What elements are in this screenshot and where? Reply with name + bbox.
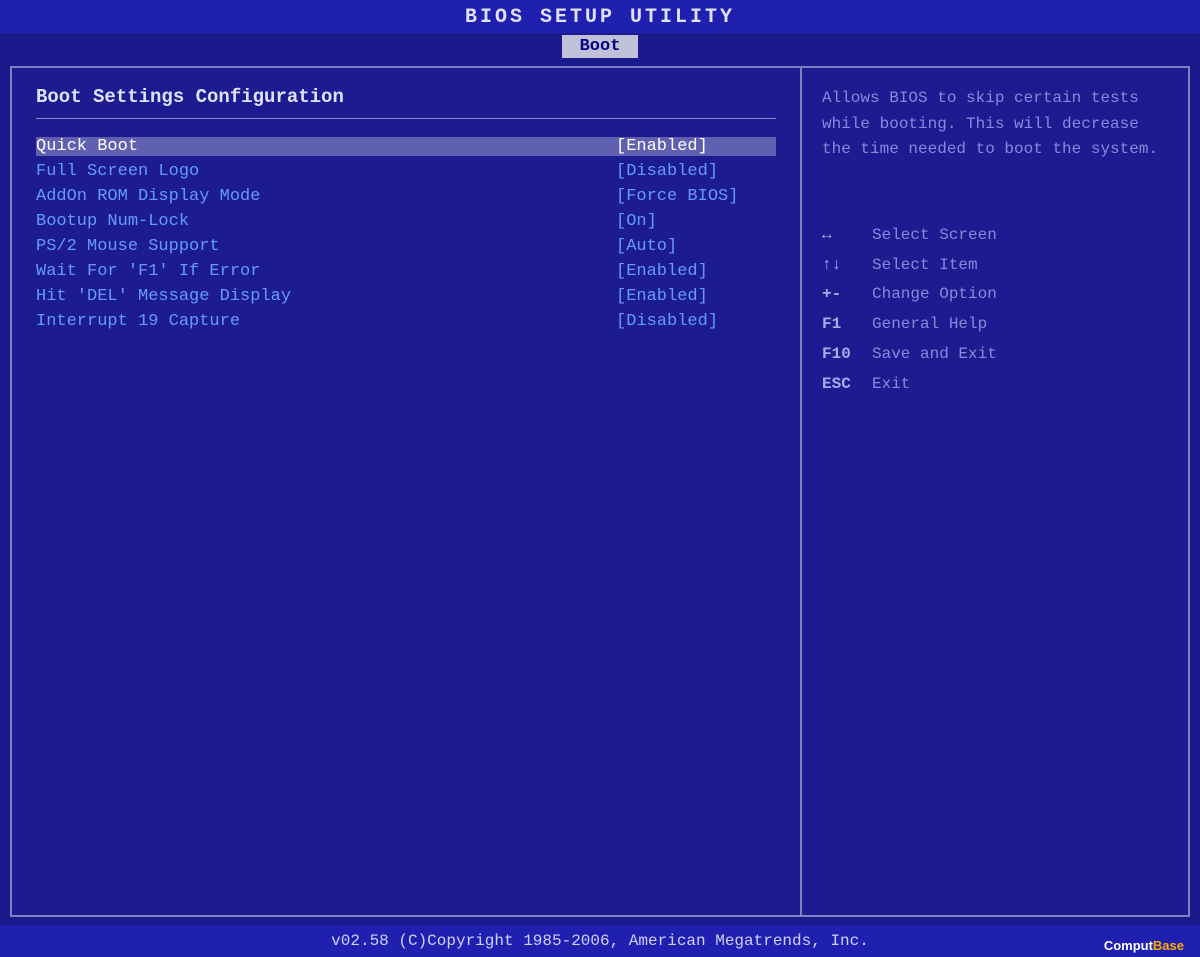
settings-row[interactable]: Bootup Num-Lock [On] bbox=[36, 212, 776, 231]
right-panel: Allows BIOS to skip certain tests while … bbox=[802, 68, 1188, 915]
setting-value: [Enabled] bbox=[616, 262, 776, 281]
key-description: General Help bbox=[872, 312, 987, 337]
setting-value: [Auto] bbox=[616, 237, 776, 256]
setting-value: [Disabled] bbox=[616, 312, 776, 331]
setting-value: [On] bbox=[616, 212, 776, 231]
setting-value: [Enabled] bbox=[616, 287, 776, 306]
footer-text: v02.58 (C)Copyright 1985-2006, American … bbox=[331, 932, 869, 950]
key-symbol: +- bbox=[822, 282, 872, 307]
setting-value: [Enabled] bbox=[616, 137, 776, 156]
key-row: F1General Help bbox=[822, 312, 1168, 337]
key-symbol: ↑↓ bbox=[822, 253, 872, 278]
settings-row[interactable]: AddOn ROM Display Mode [Force BIOS] bbox=[36, 187, 776, 206]
brand-compu: Comput bbox=[1104, 938, 1153, 953]
brand-base: Base bbox=[1153, 938, 1184, 953]
setting-name: Bootup Num-Lock bbox=[36, 212, 189, 231]
settings-row[interactable]: Interrupt 19 Capture [Disabled] bbox=[36, 312, 776, 331]
setting-name: Wait For 'F1' If Error bbox=[36, 262, 260, 281]
bios-screen: BIOS SETUP UTILITY Boot Boot Settings Co… bbox=[0, 0, 1200, 957]
key-symbol: ESC bbox=[822, 372, 872, 397]
key-row: ↑↓Select Item bbox=[822, 253, 1168, 278]
key-row: F10Save and Exit bbox=[822, 342, 1168, 367]
settings-row[interactable]: Quick Boot [Enabled] bbox=[36, 137, 776, 156]
setting-name: AddOn ROM Display Mode bbox=[36, 187, 260, 206]
footer-brand: ComputBase bbox=[1104, 938, 1184, 953]
key-symbol: F1 bbox=[822, 312, 872, 337]
tab-boot[interactable]: Boot bbox=[562, 35, 639, 58]
settings-row[interactable]: PS/2 Mouse Support [Auto] bbox=[36, 237, 776, 256]
title-text: BIOS SETUP UTILITY bbox=[465, 6, 735, 29]
key-row: ↔Select Screen bbox=[822, 223, 1168, 248]
setting-value: [Disabled] bbox=[616, 162, 776, 181]
key-description: Save and Exit bbox=[872, 342, 997, 367]
title-bar: BIOS SETUP UTILITY bbox=[0, 0, 1200, 33]
footer: v02.58 (C)Copyright 1985-2006, American … bbox=[0, 925, 1200, 957]
key-row: ESCExit bbox=[822, 372, 1168, 397]
setting-name: Quick Boot bbox=[36, 137, 138, 156]
key-description: Exit bbox=[872, 372, 910, 397]
setting-value: [Force BIOS] bbox=[616, 187, 776, 206]
main-content: Boot Settings Configuration Quick Boot [E… bbox=[10, 66, 1190, 917]
left-panel: Boot Settings Configuration Quick Boot [E… bbox=[12, 68, 802, 915]
settings-row[interactable]: Full Screen Logo [Disabled] bbox=[36, 162, 776, 181]
setting-name: Interrupt 19 Capture bbox=[36, 312, 240, 331]
tab-bar: Boot bbox=[0, 33, 1200, 58]
key-symbol: F10 bbox=[822, 342, 872, 367]
key-symbol: ↔ bbox=[822, 223, 872, 248]
help-text: Allows BIOS to skip certain tests while … bbox=[822, 86, 1168, 163]
key-description: Select Item bbox=[872, 253, 978, 278]
settings-row[interactable]: Wait For 'F1' If Error [Enabled] bbox=[36, 262, 776, 281]
key-description: Select Screen bbox=[872, 223, 997, 248]
settings-row[interactable]: Hit 'DEL' Message Display [Enabled] bbox=[36, 287, 776, 306]
setting-name: Hit 'DEL' Message Display bbox=[36, 287, 291, 306]
setting-name: PS/2 Mouse Support bbox=[36, 237, 220, 256]
key-description: Change Option bbox=[872, 282, 997, 307]
setting-name: Full Screen Logo bbox=[36, 162, 199, 181]
section-title: Boot Settings Configuration bbox=[36, 86, 776, 108]
settings-list: Quick Boot [Enabled] Full Screen Logo [Disa… bbox=[36, 137, 776, 331]
key-row: +-Change Option bbox=[822, 282, 1168, 307]
divider bbox=[36, 118, 776, 119]
key-help: ↔Select Screen↑↓Select Item+-Change Opti… bbox=[822, 223, 1168, 397]
